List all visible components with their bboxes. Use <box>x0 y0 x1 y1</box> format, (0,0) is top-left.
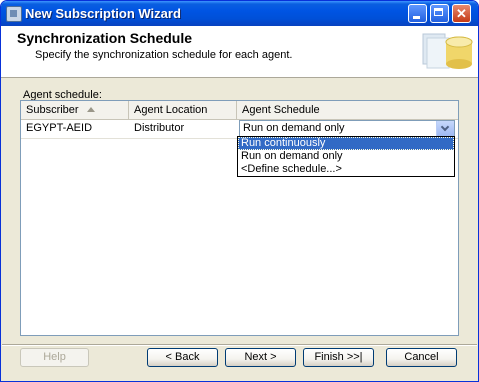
app-icon <box>6 6 22 22</box>
column-header-agent-schedule[interactable]: Agent Schedule <box>237 101 458 119</box>
grid-header: Subscriber Agent Location Agent Schedule <box>21 101 458 120</box>
schedule-dropdown-list: Run continuously Run on demand only <Def… <box>237 136 455 177</box>
page-title: Synchronization Schedule <box>17 30 193 46</box>
close-icon: ✕ <box>456 6 467 21</box>
cancel-button[interactable]: Cancel <box>386 348 457 367</box>
next-button[interactable]: Next > <box>225 348 296 367</box>
back-button[interactable]: < Back <box>147 348 218 367</box>
minimize-button[interactable] <box>408 4 427 23</box>
column-header-label: Subscriber <box>26 104 79 116</box>
finish-button[interactable]: Finish >>| <box>303 348 374 367</box>
chevron-down-icon[interactable] <box>436 121 454 136</box>
sort-ascending-icon <box>87 107 95 112</box>
close-button[interactable]: ✕ <box>452 4 471 23</box>
title-bar[interactable]: New Subscription Wizard ✕ <box>1 1 478 26</box>
wizard-window: New Subscription Wizard ✕ Synchronizatio… <box>0 0 479 382</box>
agent-schedule-combo[interactable]: Run on demand only <box>239 120 455 137</box>
dropdown-option-run-on-demand[interactable]: Run on demand only <box>238 150 454 163</box>
wizard-header: Synchronization Schedule Specify the syn… <box>1 26 478 78</box>
column-header-agent-location[interactable]: Agent Location <box>129 101 237 119</box>
help-button[interactable]: Help <box>20 348 89 367</box>
column-header-label: Agent Location <box>134 104 208 116</box>
maximize-button[interactable] <box>430 4 449 23</box>
column-header-subscriber[interactable]: Subscriber <box>21 101 129 119</box>
agent-location-cell: Distributor <box>134 122 185 134</box>
database-icon <box>422 33 473 69</box>
column-header-label: Agent Schedule <box>242 104 320 116</box>
dropdown-option-define-schedule[interactable]: <Define schedule...> <box>238 163 454 176</box>
subscriber-cell: EGYPT-AEID <box>26 122 93 134</box>
window-title: New Subscription Wizard <box>25 6 181 21</box>
dropdown-option-run-continuously[interactable]: Run continuously <box>238 137 454 150</box>
page-subtitle: Specify the synchronization schedule for… <box>35 49 293 61</box>
combo-selected-value: Run on demand only <box>243 122 345 134</box>
footer-divider <box>2 344 477 346</box>
